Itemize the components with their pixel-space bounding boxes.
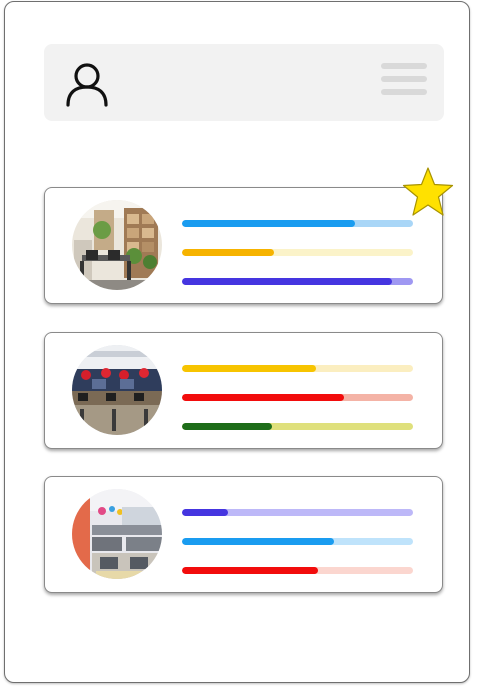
progress-bar-fill bbox=[182, 278, 393, 285]
progress-bar bbox=[182, 249, 413, 256]
app-header bbox=[44, 44, 444, 121]
progress-bar-fill bbox=[182, 365, 316, 372]
progress-bar-fill bbox=[182, 538, 335, 545]
progress-bar bbox=[182, 423, 413, 430]
list-item-card-2[interactable] bbox=[44, 332, 443, 449]
progress-bar-fill bbox=[182, 249, 275, 256]
progress-bar bbox=[182, 538, 413, 545]
progress-bar-fill bbox=[182, 509, 229, 516]
phone-screen-frame bbox=[4, 1, 470, 683]
progress-bar-fill bbox=[182, 394, 344, 401]
progress-bar bbox=[182, 365, 413, 372]
office-photo-avatar bbox=[72, 345, 162, 435]
hamburger-menu-icon[interactable] bbox=[381, 61, 427, 97]
list-item-card-3[interactable] bbox=[44, 476, 443, 593]
star-icon[interactable] bbox=[401, 166, 455, 218]
progress-bar-fill bbox=[182, 423, 273, 430]
progress-bar bbox=[182, 278, 413, 285]
user-icon[interactable] bbox=[65, 61, 109, 107]
progress-bar bbox=[182, 567, 413, 574]
progress-bar-fill bbox=[182, 567, 319, 574]
progress-bar-fill bbox=[182, 220, 356, 227]
progress-bar bbox=[182, 509, 413, 516]
progress-bar bbox=[182, 394, 413, 401]
list-item-card-1[interactable] bbox=[44, 187, 443, 304]
office-photo-avatar bbox=[72, 200, 162, 290]
progress-bar bbox=[182, 220, 413, 227]
office-photo-avatar bbox=[72, 489, 162, 579]
